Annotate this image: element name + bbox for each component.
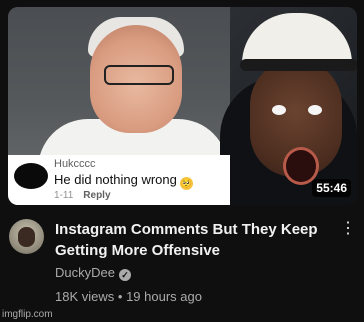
video-thumbnail[interactable]: Hukcccc He did nothing wrong 🥺 1-11 Reply … bbox=[8, 7, 357, 205]
pleading-face-icon: 🥺 bbox=[179, 177, 193, 190]
comment-avatar bbox=[14, 163, 48, 189]
thumbnail-glasses bbox=[104, 65, 174, 85]
verified-check-icon: ✓ bbox=[118, 269, 131, 281]
channel-avatar[interactable] bbox=[9, 219, 44, 254]
comment-username: Hukcccc bbox=[54, 158, 96, 170]
video-title[interactable]: Instagram Comments But They Keep Getting… bbox=[55, 219, 335, 261]
meta-separator: • bbox=[117, 289, 123, 304]
channel-name[interactable]: DuckyDee bbox=[55, 265, 115, 280]
channel-avatar-face bbox=[18, 227, 35, 247]
comment-reply-label: Reply bbox=[83, 190, 111, 201]
thumbnail-eye-left bbox=[272, 105, 286, 115]
view-count: 18K views bbox=[55, 289, 115, 304]
thumbnail-cap-brim bbox=[240, 59, 357, 71]
video-meta: 18K views • 19 hours ago bbox=[55, 289, 202, 304]
thumbnail-eye-right bbox=[308, 105, 322, 115]
channel-row[interactable]: DuckyDee ✓ bbox=[55, 265, 131, 281]
comment-text-content: He did nothing wrong bbox=[54, 172, 177, 187]
upload-age: 19 hours ago bbox=[126, 289, 202, 304]
video-card[interactable]: Hukcccc He did nothing wrong 🥺 1-11 Reply … bbox=[0, 0, 364, 322]
watermark: imgflip.com bbox=[2, 309, 53, 320]
comment-meta: 1-11 Reply bbox=[54, 190, 111, 201]
thumbnail-comment-box: Hukcccc He did nothing wrong 🥺 1-11 Reply bbox=[8, 155, 230, 205]
more-options-icon[interactable]: ⋮ bbox=[340, 218, 356, 240]
comment-text: He did nothing wrong 🥺 bbox=[54, 172, 193, 190]
comment-time: 1-11 bbox=[54, 190, 74, 201]
video-duration-badge: 55:46 bbox=[312, 179, 351, 197]
